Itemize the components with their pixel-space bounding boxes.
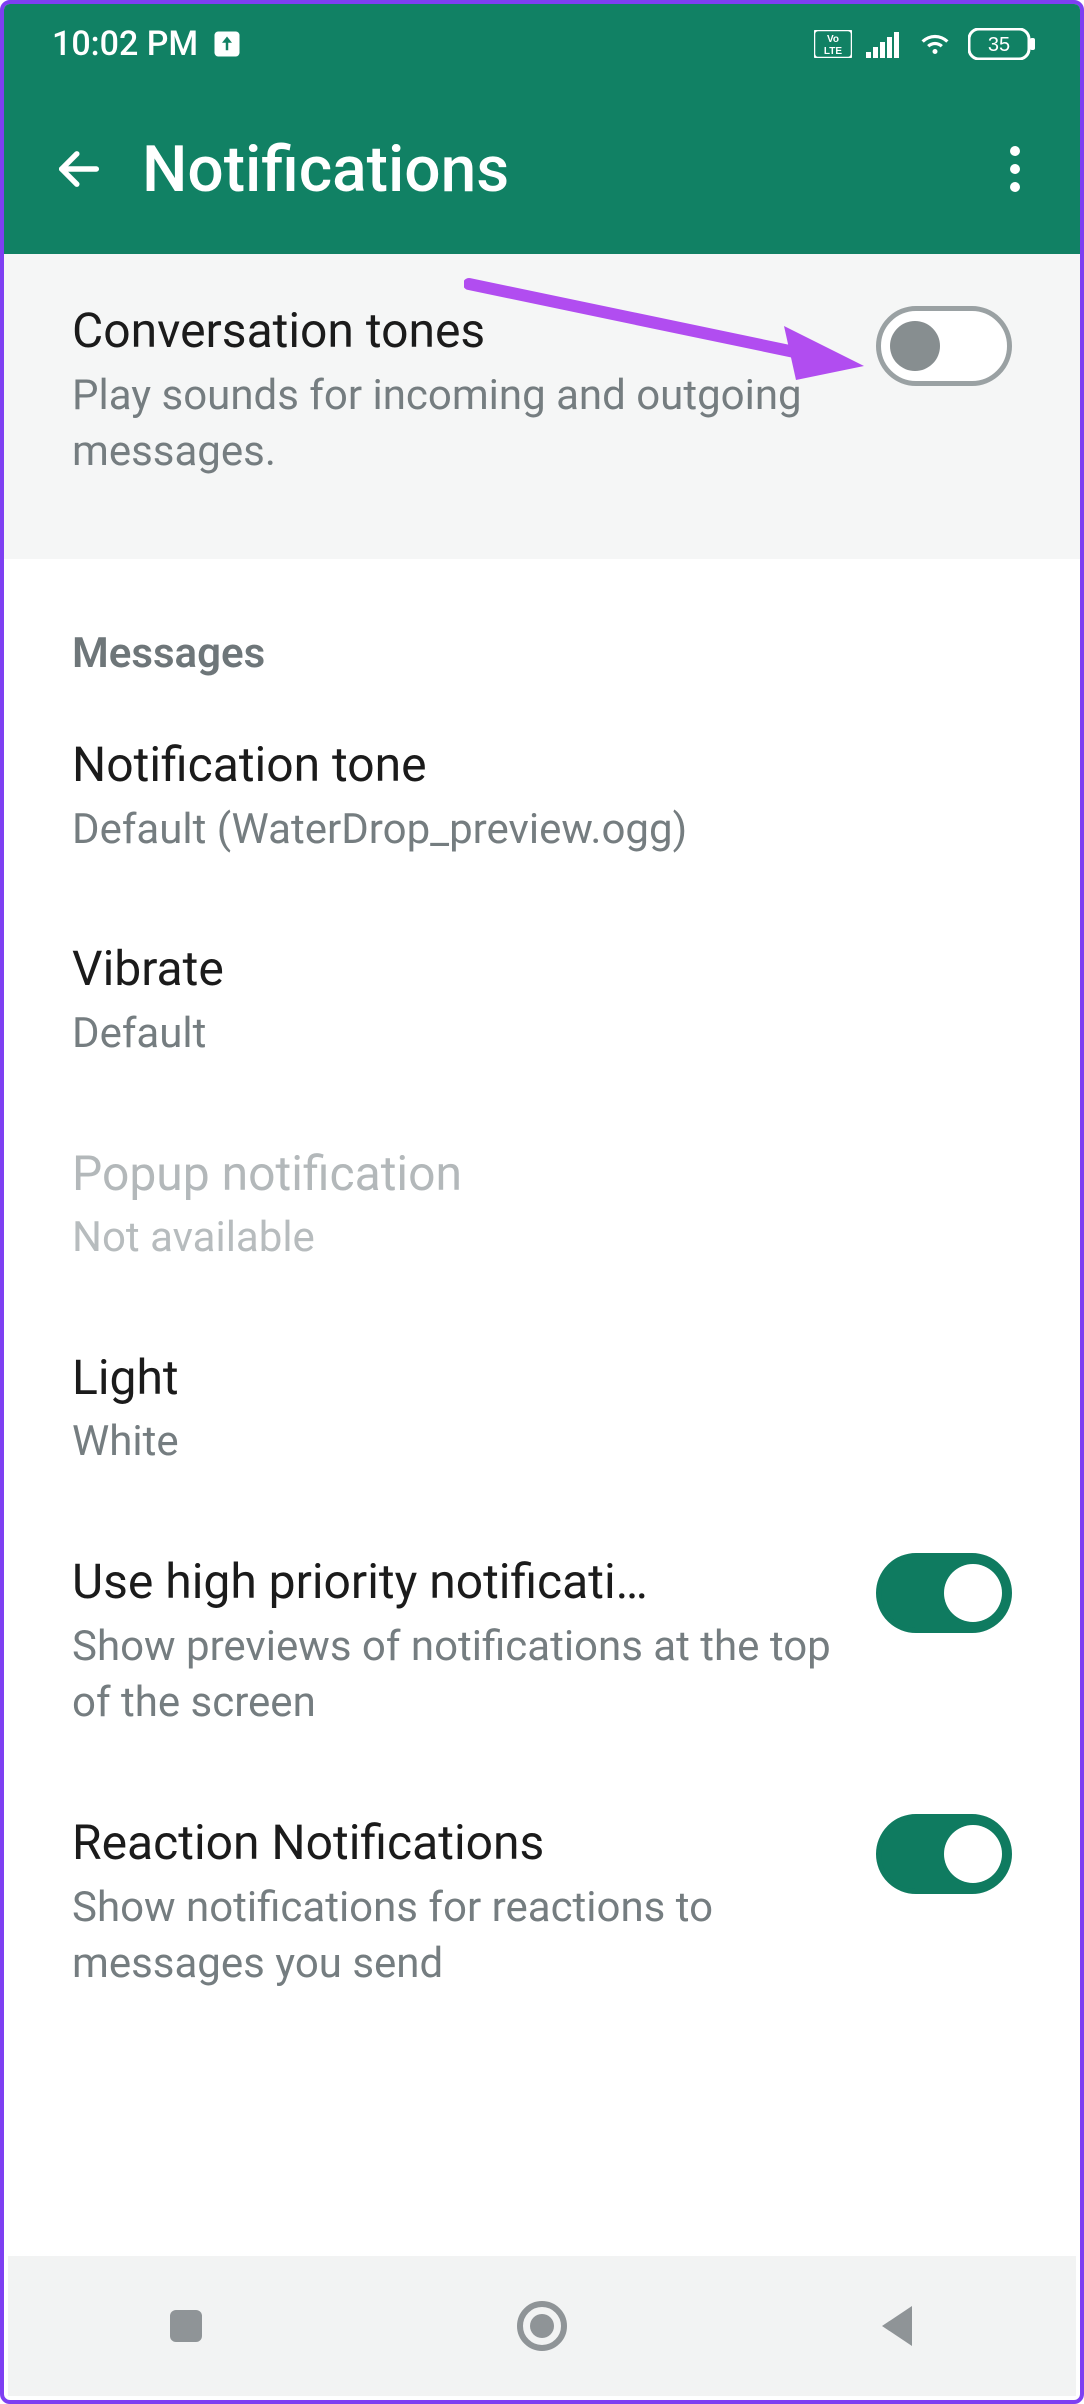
vibrate-row[interactable]: Vibrate Default: [4, 900, 1080, 1104]
notification-tone-value: Default (WaterDrop_preview.ogg): [72, 802, 1012, 859]
nav-back-button[interactable]: [838, 2286, 958, 2366]
light-title: Light: [72, 1349, 1012, 1407]
conversation-tones-subtitle: Play sounds for incoming and outgoing me…: [72, 368, 856, 481]
signal-icon: [866, 30, 902, 58]
more-options-button[interactable]: [980, 134, 1050, 204]
popup-value: Not available: [72, 1210, 1012, 1267]
vibrate-title: Vibrate: [72, 940, 1012, 998]
popup-title: Popup notification: [72, 1145, 1012, 1203]
light-value: White: [72, 1414, 1012, 1471]
upload-icon: [212, 29, 242, 59]
conversation-tones-title: Conversation tones: [72, 302, 856, 360]
popup-notification-row: Popup notification Not available: [4, 1105, 1080, 1309]
light-row[interactable]: Light White: [4, 1309, 1080, 1513]
notification-tone-row[interactable]: Notification tone Default (WaterDrop_pre…: [4, 696, 1080, 900]
svg-text:Vo: Vo: [827, 34, 839, 45]
notification-tone-title: Notification tone: [72, 736, 1012, 794]
svg-text:LTE: LTE: [824, 46, 842, 57]
nav-home-button[interactable]: [482, 2286, 602, 2366]
messages-section-header: Messages: [4, 559, 1080, 696]
status-bar: 10:02 PM VoLTE 35: [4, 4, 1080, 84]
high-priority-row[interactable]: Use high priority notificati… Show previ…: [4, 1513, 1080, 1774]
reaction-toggle[interactable]: [876, 1814, 1012, 1894]
volte-icon: VoLTE: [814, 30, 852, 58]
navigation-bar: [8, 2256, 1076, 2396]
vibrate-value: Default: [72, 1006, 1012, 1063]
high-priority-title: Use high priority notificati…: [72, 1553, 712, 1611]
high-priority-toggle[interactable]: [876, 1553, 1012, 1633]
conversation-tones-row[interactable]: Conversation tones Play sounds for incom…: [4, 262, 1080, 523]
battery-icon: 35: [968, 28, 1036, 60]
nav-recent-button[interactable]: [126, 2286, 246, 2366]
wifi-icon: [916, 29, 954, 59]
high-priority-subtitle: Show previews of notifications at the to…: [72, 1619, 856, 1732]
reaction-title: Reaction Notifications: [72, 1814, 856, 1872]
page-title: Notifications: [142, 132, 980, 207]
conversation-tones-toggle[interactable]: [876, 306, 1012, 386]
app-bar: Notifications: [4, 84, 1080, 254]
reaction-notifications-row[interactable]: Reaction Notifications Show notification…: [4, 1774, 1080, 2035]
reaction-subtitle: Show notifications for reactions to mess…: [72, 1880, 856, 1993]
status-time: 10:02 PM: [52, 24, 198, 64]
battery-level: 35: [988, 34, 1010, 56]
back-button[interactable]: [44, 134, 114, 204]
